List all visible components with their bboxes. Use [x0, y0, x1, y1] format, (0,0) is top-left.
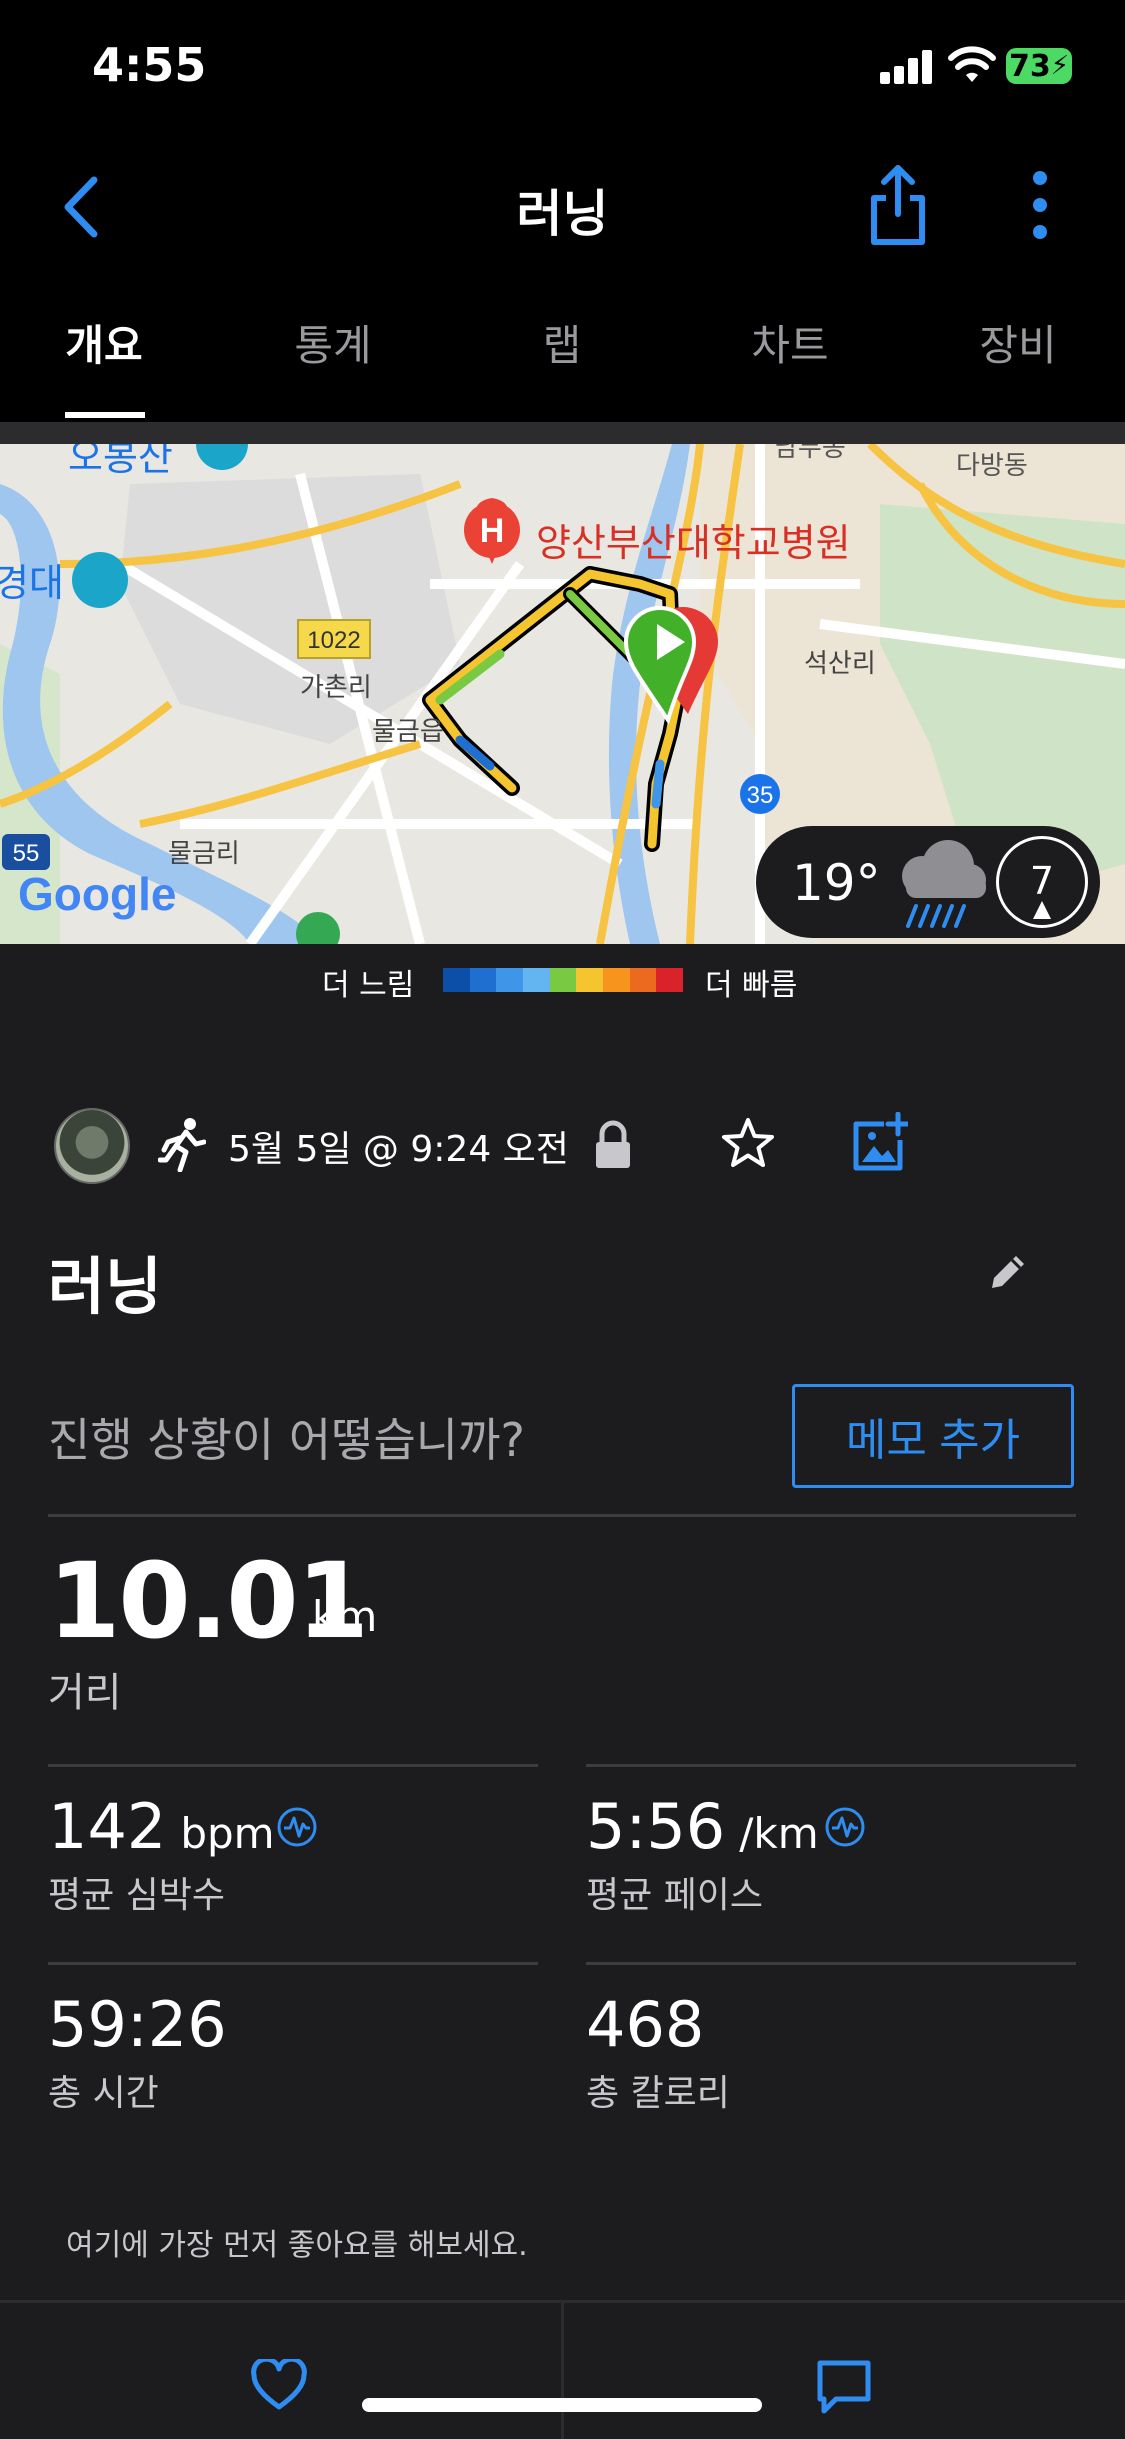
- comment-icon[interactable]: [816, 2359, 872, 2415]
- wind-direction-icon: [1033, 901, 1051, 919]
- page-title: 러닝: [516, 185, 609, 243]
- battery-icon: 73 ⚡: [1006, 48, 1072, 84]
- activity-datetime: 5월 5일 @ 9:24 오전: [228, 1129, 569, 1170]
- pace-color-swatch: [443, 968, 470, 992]
- wind-gauge: 7: [996, 836, 1088, 928]
- pace-color-scale: [443, 968, 684, 992]
- more-options-icon[interactable]: [1030, 170, 1050, 240]
- battery-level: 73: [1008, 48, 1051, 84]
- heart-rate-sensor-icon[interactable]: [276, 1806, 318, 1848]
- map-label-gachonri: 가촌리: [300, 672, 372, 702]
- like-heart-icon[interactable]: [250, 2359, 308, 2411]
- progress-prompt[interactable]: 진행 상황이 어떻습니까?: [48, 1404, 525, 1470]
- pace-color-swatch: [496, 968, 524, 992]
- wifi-icon: [948, 46, 996, 82]
- distance-unit: km: [312, 1592, 378, 1641]
- pace-sensor-icon[interactable]: [824, 1806, 866, 1848]
- nav-header: 러닝: [0, 132, 1125, 282]
- pace-color-swatch: [629, 968, 657, 992]
- lock-icon[interactable]: [592, 1120, 634, 1170]
- distance-label: 거리: [48, 1670, 122, 1716]
- google-logo: Google: [18, 868, 176, 920]
- map-label-seoksanri: 석산리: [804, 648, 876, 678]
- add-photo-icon[interactable]: [852, 1112, 908, 1172]
- status-bar: 4:55 73 ⚡: [0, 0, 1125, 132]
- tab-stats[interactable]: 통계: [294, 312, 371, 373]
- add-memo-button[interactable]: 메모 추가: [792, 1384, 1074, 1488]
- divider: [561, 2303, 564, 2439]
- tab-gear[interactable]: 장비: [979, 312, 1056, 373]
- pace-value: 5:56: [586, 1790, 726, 1863]
- running-icon: [158, 1118, 206, 1172]
- pace-color-swatch: [603, 968, 630, 992]
- map-label-road-1022: 1022: [307, 627, 360, 654]
- map-label-mulgeumeup: 물금읍: [372, 716, 444, 746]
- heart-rate-label: 평균 심박수: [48, 1875, 226, 1916]
- hospital-marker-glyph: H: [480, 512, 505, 550]
- divider: [586, 1962, 1076, 1965]
- tab-charts[interactable]: 차트: [751, 312, 828, 373]
- total-time-label: 총 시간: [48, 2073, 159, 2114]
- heart-rate-value: 142: [48, 1790, 167, 1863]
- map-label-hospital: 양산부산대학교병원: [536, 523, 851, 565]
- pace-color-swatch: [469, 968, 497, 992]
- weather-temperature: 19°: [792, 854, 881, 912]
- divider: [48, 1514, 1076, 1517]
- section-divider: [0, 422, 1125, 444]
- activity-title: 러닝: [48, 1250, 163, 1323]
- divider: [48, 1764, 538, 1767]
- pace-color-swatch: [523, 968, 550, 992]
- bottom-action-bar: [0, 2300, 1125, 2439]
- map-label-nambudong: 남부동: [774, 444, 846, 462]
- share-icon[interactable]: [870, 162, 926, 246]
- tab-laps[interactable]: 랩: [543, 312, 582, 373]
- home-indicator[interactable]: [362, 2398, 762, 2412]
- total-time-value: 59:26: [48, 1988, 227, 2061]
- avg-pace-stat: 5:56 /km: [586, 1790, 819, 1863]
- total-calories-value: 468: [586, 1988, 705, 2061]
- edit-pencil-icon[interactable]: [986, 1250, 1030, 1294]
- pace-color-swatch: [656, 968, 684, 992]
- pace-color-swatch: [549, 968, 577, 992]
- divider: [586, 1764, 1076, 1767]
- legend-fast-label: 더 빠름: [705, 968, 798, 1003]
- status-time: 4:55: [92, 38, 207, 92]
- map-label-mulgeumri: 물금리: [168, 838, 240, 868]
- divider: [48, 1962, 538, 1965]
- pace-label: 평균 페이스: [586, 1875, 764, 1916]
- tab-bar: 개요 통계 랩 차트 장비: [0, 282, 1125, 422]
- total-calories-label: 총 칼로리: [586, 2073, 730, 2114]
- weather-badge: 19° 7: [756, 826, 1100, 938]
- star-icon[interactable]: [720, 1116, 776, 1172]
- rain-cloud-icon: [902, 840, 986, 928]
- pace-unit: /km: [739, 1809, 819, 1858]
- pace-color-swatch: [576, 968, 604, 992]
- pace-legend: 더 느림 더 빠름: [0, 944, 1125, 1014]
- map-label-route-35: 35: [747, 782, 774, 809]
- tab-overview[interactable]: 개요: [65, 312, 142, 373]
- avg-heart-rate-stat: 142 bpm: [48, 1790, 275, 1863]
- map-label-daehak: 경대: [0, 563, 64, 605]
- wind-speed: 7: [1029, 859, 1055, 903]
- active-tab-indicator: [65, 412, 145, 418]
- map-label-obongsan: 오봉산: [68, 444, 173, 479]
- map-label-dabangdong: 다방동: [956, 450, 1028, 480]
- cellular-signal-icon: [880, 50, 932, 84]
- map-label-route-55: 55: [13, 840, 40, 867]
- legend-slow-label: 더 느림: [322, 968, 415, 1003]
- heart-rate-unit: bpm: [180, 1809, 275, 1858]
- avatar[interactable]: [54, 1108, 130, 1184]
- like-prompt: 여기에 가장 먼저 좋아요를 해보세요.: [66, 2228, 528, 2263]
